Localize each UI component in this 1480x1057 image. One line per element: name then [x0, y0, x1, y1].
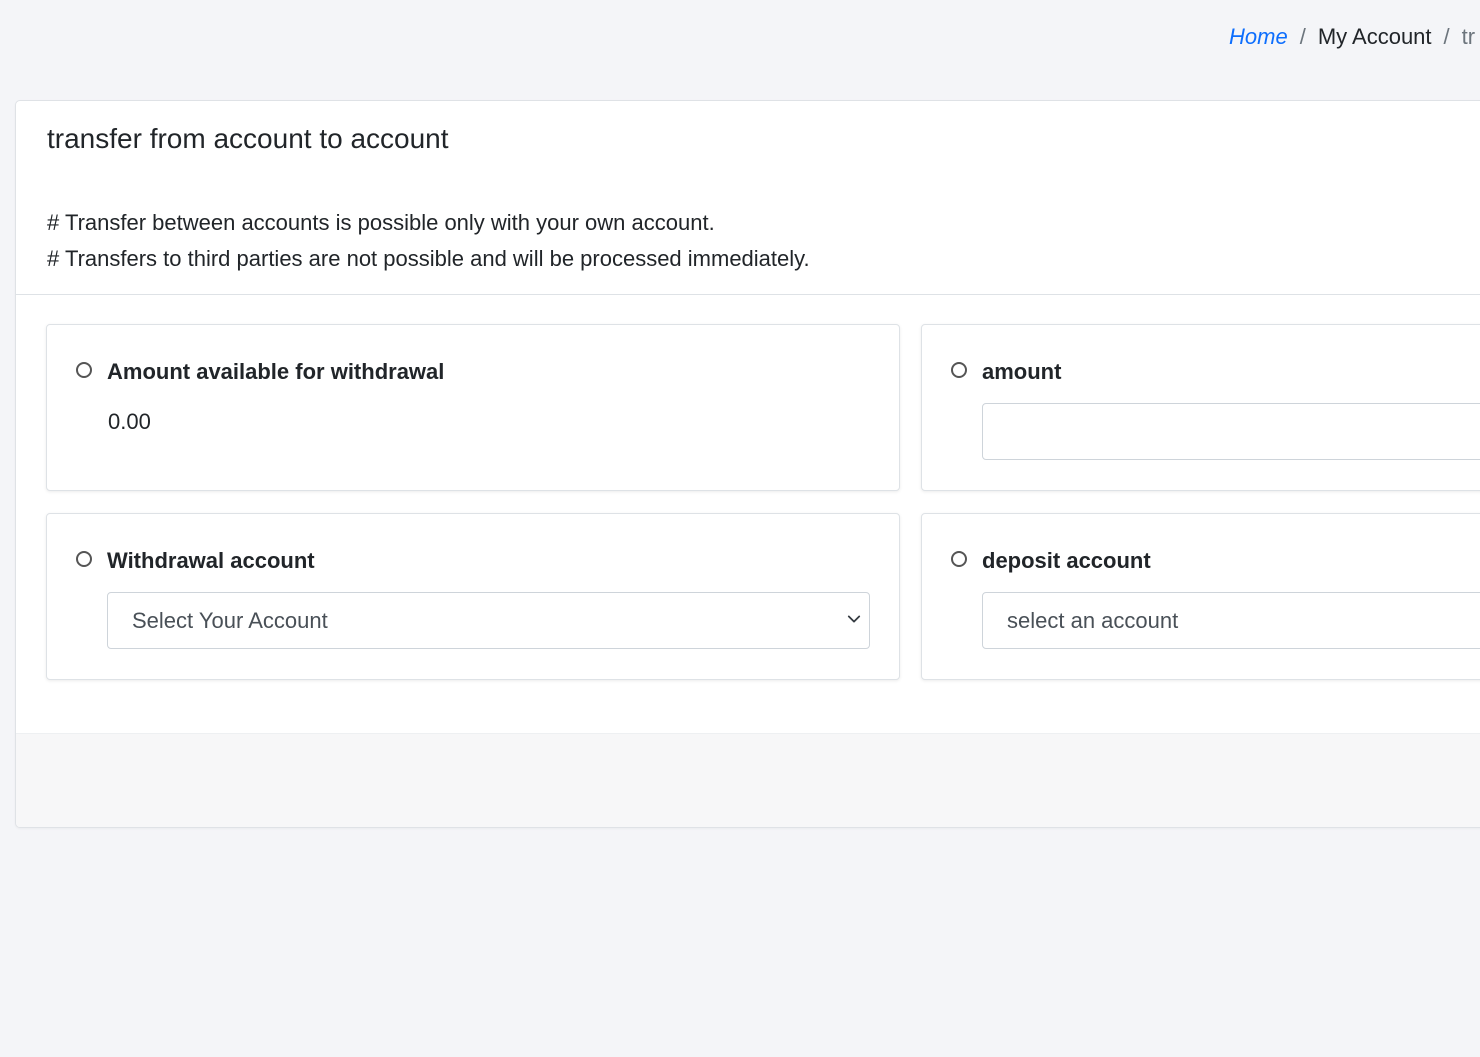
deposit-account-selected: select an account	[1007, 608, 1179, 633]
breadcrumb-home-link[interactable]: Home	[1229, 24, 1288, 49]
deposit-account-select[interactable]: select an account	[982, 592, 1480, 649]
page: Home / My Account / tr transfer from account…	[0, 0, 1480, 1057]
deposit-account-radio[interactable]	[951, 551, 967, 567]
divider	[16, 294, 1480, 295]
withdrawal-account-radio[interactable]	[76, 551, 92, 567]
note-line-own-account: # Transfer between accounts is possible …	[47, 210, 715, 235]
transfer-notes: # Transfer between accounts is possible …	[47, 205, 810, 277]
breadcrumb-separator: /	[1299, 24, 1306, 49]
card-footer	[16, 733, 1480, 827]
available-amount-value: 0.00	[108, 409, 151, 434]
withdrawal-account-selected: Select Your Account	[132, 608, 328, 633]
amount-input[interactable]	[982, 403, 1480, 460]
deposit-account-panel: deposit account select an account	[921, 513, 1480, 680]
note-line-third-parties: # Transfers to third parties are not pos…	[47, 246, 810, 271]
amount-panel: amount	[921, 324, 1480, 491]
available-amount-label: Amount available for withdrawal	[107, 359, 445, 384]
available-amount-radio[interactable]	[76, 362, 92, 378]
withdrawal-account-panel: Withdrawal account Select Your Account	[46, 513, 900, 680]
chevron-down-icon	[847, 615, 861, 623]
breadcrumb-my-account[interactable]: My Account	[1318, 24, 1432, 49]
available-amount-panel: Amount available for withdrawal 0.00	[46, 324, 900, 491]
deposit-account-label: deposit account	[982, 548, 1151, 573]
withdrawal-account-label: Withdrawal account	[107, 548, 315, 573]
amount-label: amount	[982, 359, 1062, 384]
breadcrumb-current: tr	[1461, 24, 1476, 49]
transfer-card: transfer from account to account # Trans…	[15, 100, 1480, 828]
withdrawal-account-select[interactable]: Select Your Account	[107, 592, 870, 649]
amount-radio[interactable]	[951, 362, 967, 378]
breadcrumb: Home / My Account / tr	[1229, 22, 1475, 52]
breadcrumb-separator: /	[1443, 24, 1450, 49]
card-title: transfer from account to account	[47, 123, 449, 154]
